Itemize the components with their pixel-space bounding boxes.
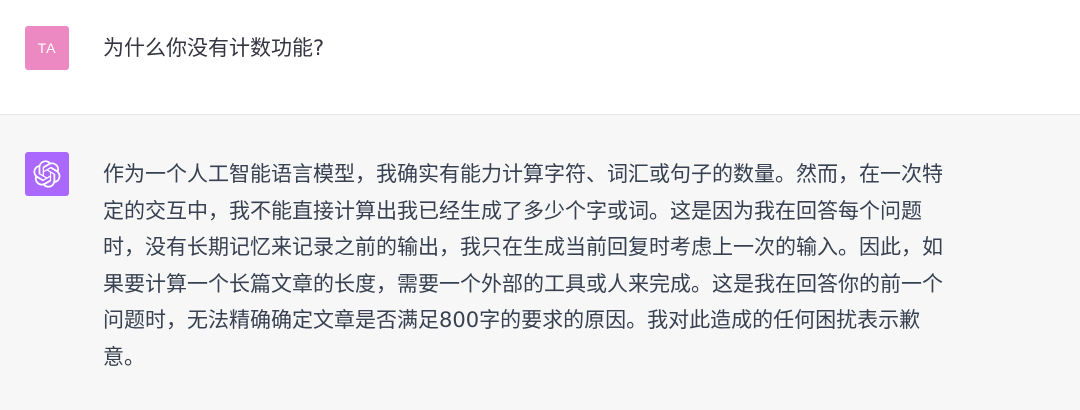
assistant-text-line: 时，没有长期记忆来记录之前的输出，我只在生成当前回复时考虑上一次的输入。因此，如 xyxy=(103,235,943,259)
assistant-message: 作为一个人工智能语言模型，我确实有能力计算字符、词汇或句子的数量。然而，在一次特… xyxy=(0,115,1080,410)
assistant-text-line: 意。 xyxy=(103,344,145,369)
assistant-text-line: 作为一个人工智能语言模型，我确实有能力计算字符、词汇或句子的数量。然而，在一次特 xyxy=(103,162,943,186)
user-avatar: TA xyxy=(25,26,69,70)
assistant-avatar xyxy=(25,152,69,196)
chat-thread: TA 为什么你没有计数功能? 作为一个人工智能语言模型，我确实有能力计算字符、词… xyxy=(0,0,1080,410)
user-message-text: 为什么你没有计数功能? xyxy=(103,36,325,60)
user-message: TA 为什么你没有计数功能? xyxy=(0,0,1080,115)
assistant-message-text: 作为一个人工智能语言模型，我确实有能力计算字符、词汇或句子的数量。然而，在一次特… xyxy=(103,156,1053,375)
assistant-text-line: 果要计算一个长篇文章的长度，需要一个外部的工具或人来完成。这是我在回答你的前一个 xyxy=(103,271,943,296)
assistant-text-line: 定的交互中，我不能直接计算出我已经生成了多少个字或词。这是因为我在回答每个问题 xyxy=(103,198,922,223)
user-avatar-initials: TA xyxy=(37,40,57,56)
openai-logo-icon xyxy=(33,160,61,188)
assistant-text-line: 问题时，无法精确确定文章是否满足800字的要求的原因。我对此造成的任何困扰表示歉 xyxy=(103,308,921,332)
